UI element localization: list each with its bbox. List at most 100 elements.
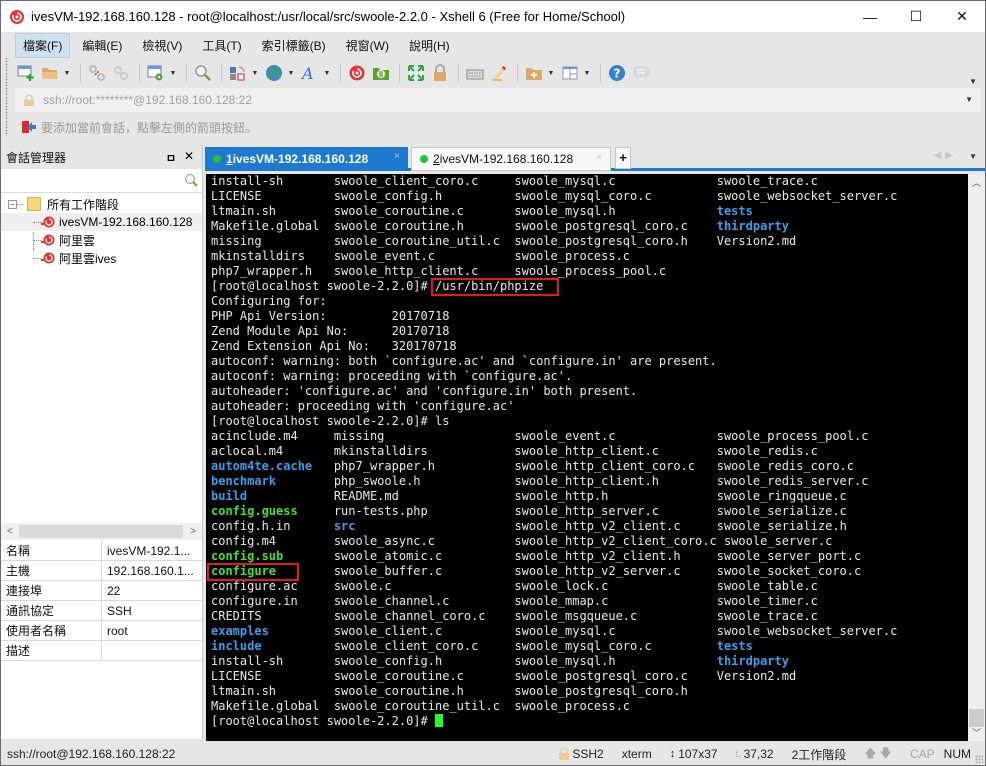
address-dropdown-icon[interactable]: ▼ — [965, 95, 973, 104]
terminal-line: configure.ac swoole.c swoole_lock.c swoo… — [211, 579, 968, 594]
pin-icon[interactable]: ㅁ — [166, 150, 176, 166]
previous-session-icon[interactable]: 🡅 — [864, 744, 876, 765]
chat-button[interactable] — [630, 62, 652, 84]
search-icon[interactable] — [184, 173, 198, 187]
menu-file[interactable]: 檔案(F) — [15, 32, 71, 58]
find-button[interactable] — [192, 62, 214, 84]
address-input[interactable]: ssh://root:********@192.168.160.128:22 — [43, 93, 252, 107]
tab-close-icon[interactable]: × — [596, 152, 602, 163]
globe-button[interactable] — [263, 62, 285, 84]
terminal-line: Zend Module Api No: 20170718 — [211, 324, 968, 339]
tab-session-1[interactable]: 1 ivesVM-192.168.160.128 × — [205, 147, 408, 171]
globe-dropdown[interactable]: ▼ — [287, 70, 295, 77]
session-item[interactable]: 阿里雲ives — [1, 249, 202, 267]
properties-icon — [147, 65, 163, 81]
open-dropdown[interactable]: ▼ — [63, 70, 71, 77]
help-icon: ? — [609, 65, 625, 81]
keyboard-button[interactable] — [464, 62, 486, 84]
scroll-down-icon[interactable]: ﹀ — [968, 726, 985, 739]
add-session-arrow-icon[interactable] — [21, 119, 37, 135]
new-session-button[interactable] — [15, 62, 37, 84]
executable-entry: config.sub — [211, 549, 284, 563]
layout-button[interactable] — [559, 62, 581, 84]
caps-lock-indicator: CAP — [909, 747, 935, 761]
xftp-button[interactable] — [370, 62, 392, 84]
terminal-text: autoconf: warning: both `configure.ac' a… — [211, 354, 717, 368]
terminal-text: swoole_buffer.c swoole_http_v2_server.c … — [276, 564, 862, 578]
collapse-icon[interactable]: − — [8, 199, 17, 209]
disconnect-button[interactable] — [86, 62, 108, 84]
layout-dropdown[interactable]: ▼ — [583, 70, 591, 77]
xshell-button[interactable] — [346, 62, 368, 84]
transfer-dropdown[interactable]: ▼ — [251, 70, 259, 77]
highlight-button[interactable] — [488, 62, 510, 84]
menu-view[interactable]: 檢視(V) — [134, 33, 190, 58]
terminal-line: LICENSE swoole_coroutine.c swoole_postgr… — [211, 669, 968, 684]
lock-button[interactable] — [429, 62, 451, 84]
terminal-text: php_swoole.h swoole_http_client.h swoole… — [276, 474, 869, 488]
properties-dropdown[interactable]: ▼ — [169, 70, 177, 77]
directory-entry: thirdparty — [716, 654, 789, 668]
close-button[interactable]: ✕ — [939, 1, 985, 32]
menu-tabs[interactable]: 索引標籤(B) — [254, 33, 334, 58]
tree-root[interactable]: − 所有工作階段 — [1, 195, 202, 213]
scroll-thumb[interactable] — [969, 709, 984, 727]
fullscreen-button[interactable] — [405, 62, 427, 84]
menu-edit[interactable]: 編輯(E) — [74, 33, 130, 58]
num-lock-indicator: NUM — [943, 747, 971, 761]
properties-button[interactable] — [145, 62, 167, 84]
menu-tools[interactable]: 工具(T) — [194, 33, 249, 58]
chat-icon — [633, 66, 649, 81]
hint-bar: 要添加當前會話，點擊左側的箭頭按鈕。 — [15, 116, 257, 138]
new-tab-button[interactable]: + — [615, 147, 631, 169]
tab-session-2[interactable]: 2 ivesVM-192.168.160.128 × — [411, 147, 611, 171]
new-folder-button[interactable] — [523, 62, 545, 84]
terminal-text: install-sh swoole_config.h swoole_mysql.… — [211, 654, 717, 668]
close-panel-icon[interactable]: ✕ — [184, 149, 194, 163]
address-bar[interactable]: ssh://root:********@192.168.160.128:22 ▼ — [15, 88, 981, 112]
terminal-text: php7_wrapper.h swoole_http_client_coro.c… — [312, 459, 855, 473]
connected-status-icon — [420, 155, 428, 163]
session-label: 阿里雲ives — [59, 251, 117, 266]
directory-entry: tests — [716, 639, 753, 653]
toolbar-overflow-icon[interactable]: ▼ — [969, 77, 977, 86]
tab-close-icon[interactable]: × — [394, 151, 400, 162]
terminal-line: examples swoole_client.c swoole_mysql.c … — [211, 624, 968, 639]
transfer-button[interactable] — [227, 62, 249, 84]
terminal-text: autoheader: proceeding with 'configure.a… — [211, 399, 515, 413]
terminal-line: [root@localhost swoole-2.2.0]# ls — [211, 414, 968, 429]
scroll-thumb[interactable] — [19, 525, 183, 538]
session-item[interactable]: 阿里雲 — [1, 231, 202, 249]
open-button[interactable] — [39, 62, 61, 84]
font-button[interactable]: A — [299, 62, 321, 84]
terminal-output[interactable]: install-sh swoole_client_coro.c swoole_m… — [206, 174, 968, 741]
tab-list-dropdown-icon[interactable]: ▼ — [969, 152, 977, 161]
highlight-box — [207, 563, 299, 581]
terminal-text: Configuring for: — [211, 294, 327, 308]
scroll-left-icon[interactable]: < — [7, 526, 13, 537]
maximize-button[interactable]: ☐ — [893, 1, 939, 32]
resize-grip[interactable] — [975, 755, 983, 763]
minimize-button[interactable]: — — [847, 1, 893, 32]
reconnect-button[interactable] — [110, 62, 132, 84]
font-dropdown[interactable]: ▼ — [323, 70, 331, 77]
menu-help[interactable]: 說明(H) — [401, 33, 458, 58]
terminal-line: ltmain.sh swoole_coroutine.h swoole_post… — [211, 684, 968, 699]
tab-scroll-arrows[interactable]: ◀▶ — [934, 150, 957, 161]
help-button[interactable]: ? — [606, 62, 628, 84]
terminal-line: ltmain.sh swoole_coroutine.c swoole_mysq… — [211, 204, 968, 219]
property-row: 主機 192.168.160.1... — [1, 561, 202, 581]
terminal-scrollbar[interactable]: ︿ ﹀ — [968, 174, 985, 741]
horizontal-scrollbar[interactable]: < > — [1, 523, 202, 540]
property-row: 通訊協定 SSH — [1, 601, 202, 621]
terminal-line: install-sh swoole_client_coro.c swoole_m… — [211, 174, 968, 189]
session-search-input[interactable] — [1, 169, 202, 193]
terminal-line: config.m4 swoole_async.c swoole_http_v2_… — [211, 534, 968, 549]
menu-window[interactable]: 視窗(W) — [338, 33, 397, 58]
new-folder-dropdown[interactable]: ▼ — [547, 70, 555, 77]
scroll-up-icon[interactable]: ︿ — [968, 176, 985, 189]
scroll-right-icon[interactable]: > — [190, 526, 196, 537]
next-session-icon[interactable]: 🡇 — [880, 744, 892, 765]
session-item[interactable]: ivesVM-192.168.160.128 — [1, 213, 202, 231]
xshell-window: ivesVM-192.168.160.128 - root@localhost:… — [0, 0, 986, 766]
